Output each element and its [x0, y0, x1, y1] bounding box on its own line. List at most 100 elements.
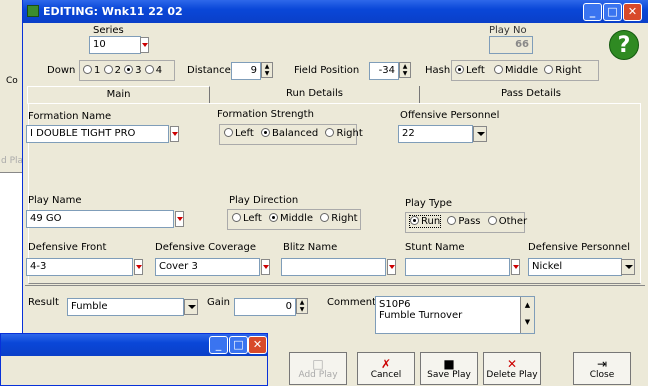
tab-run-details[interactable]: Run Details: [210, 86, 420, 104]
minimize-button[interactable]: _: [583, 3, 602, 21]
play-direction-radio-group: Left Middle Right: [227, 209, 361, 230]
add-play-icon: □: [312, 357, 324, 371]
field-position-spinner[interactable]: ▲ ▼: [399, 62, 411, 78]
defensive-front-label: Defensive Front: [28, 242, 107, 253]
play-no-label: Play No: [489, 25, 527, 36]
background-window: Co d Pla: [0, 0, 24, 386]
strength-option-left[interactable]: Left: [224, 128, 254, 139]
hash-option-right[interactable]: Right: [544, 65, 582, 76]
comment-label: Comment: [327, 297, 376, 308]
background-add-play: d Pla: [1, 156, 24, 166]
secondary-minimize-button[interactable]: _: [209, 336, 228, 354]
divider: [25, 285, 645, 286]
defensive-front-dropdown-icon[interactable]: [134, 259, 143, 275]
result-dropdown-icon[interactable]: [184, 299, 198, 315]
hash-option-middle[interactable]: Middle: [494, 65, 538, 76]
play-name-label: Play Name: [28, 195, 82, 206]
play-name-dropdown-icon[interactable]: [175, 211, 184, 227]
comment-line-1: S10P6: [379, 299, 411, 310]
background-list: [0, 172, 22, 333]
field-position-input[interactable]: -34: [369, 62, 399, 80]
play-type-option-pass[interactable]: Pass: [447, 216, 481, 227]
help-icon[interactable]: ?: [609, 30, 639, 60]
result-label: Result: [28, 297, 59, 308]
gain-label: Gain: [207, 297, 230, 308]
down-option-2[interactable]: 2: [103, 65, 121, 76]
defensive-personnel-dropdown-icon[interactable]: [621, 259, 635, 275]
blitz-name-label: Blitz Name: [283, 242, 338, 253]
offensive-personnel-label: Offensive Personnel: [400, 110, 500, 121]
defensive-coverage-label: Defensive Coverage: [155, 242, 257, 253]
series-label: Series: [93, 25, 124, 36]
exit-icon: ⇥: [596, 357, 608, 371]
formation-name-dropdown-icon[interactable]: [170, 126, 179, 142]
secondary-close-button[interactable]: ✕: [248, 336, 267, 354]
offensive-personnel-select[interactable]: 22: [398, 125, 473, 143]
down-option-3[interactable]: 3: [124, 65, 142, 76]
blitz-name-input[interactable]: [281, 258, 386, 276]
formation-name-label: Formation Name: [28, 111, 112, 122]
strength-option-balanced[interactable]: Balanced: [261, 128, 318, 139]
direction-option-right[interactable]: Right: [320, 213, 358, 224]
delete-play-button[interactable]: ✕ Delete Play: [483, 352, 541, 385]
cancel-button[interactable]: ✗ Cancel: [357, 352, 415, 385]
field-position-label: Field Position: [294, 65, 360, 76]
distance-input[interactable]: 9: [231, 62, 261, 80]
save-play-button[interactable]: ■ Save Play: [420, 352, 478, 385]
stunt-name-dropdown-icon[interactable]: [511, 259, 520, 275]
secondary-window: _ □ ✕: [0, 333, 268, 386]
hash-option-left[interactable]: Left: [455, 65, 485, 76]
defensive-coverage-input[interactable]: Cover 3: [155, 258, 260, 276]
result-select[interactable]: Fumble: [67, 298, 184, 316]
play-type-option-other[interactable]: Other: [487, 216, 527, 227]
tab-main[interactable]: Main: [27, 86, 210, 104]
hash-label: Hash: [425, 65, 451, 76]
close-window-button[interactable]: ✕: [623, 3, 642, 21]
down-radio-group: 1 2 3 4: [79, 60, 175, 81]
title-bar: EDITING: Wnk11 22 02 _ □ ✕: [23, 0, 648, 23]
gain-input[interactable]: 0: [234, 298, 296, 316]
distance-spinner[interactable]: ▲ ▼: [261, 62, 273, 78]
play-type-radio-group: Run Pass Other: [405, 212, 527, 233]
blitz-name-dropdown-icon[interactable]: [387, 259, 396, 275]
play-type-label: Play Type: [405, 198, 453, 209]
add-play-button[interactable]: □ Add Play: [289, 352, 347, 385]
distance-label: Distance: [187, 65, 231, 76]
play-direction-label: Play Direction: [229, 195, 299, 206]
down-option-1[interactable]: 1: [83, 65, 100, 76]
editing-window: EDITING: Wnk11 22 02 _ □ ✕ Series 10 Pla…: [22, 0, 648, 386]
direction-option-left[interactable]: Left: [232, 213, 262, 224]
down-option-4[interactable]: 4: [144, 65, 162, 76]
series-dropdown-icon[interactable]: [140, 37, 149, 53]
secondary-maximize-button[interactable]: □: [229, 336, 248, 354]
series-input[interactable]: 10: [89, 36, 141, 54]
play-type-option-run[interactable]: Run: [408, 215, 442, 228]
gain-spinner[interactable]: ▲ ▼: [296, 298, 308, 314]
save-icon: ■: [443, 357, 455, 371]
strength-option-right[interactable]: Right: [325, 128, 363, 139]
play-name-input[interactable]: 49 GO: [26, 210, 174, 228]
direction-option-middle[interactable]: Middle: [269, 213, 313, 224]
maximize-button[interactable]: □: [603, 3, 622, 21]
formation-strength-radio-group: Left Balanced Right: [219, 124, 363, 145]
defensive-personnel-label: Defensive Personnel: [528, 242, 630, 253]
hash-radio-group: Left Middle Right: [451, 60, 599, 81]
delete-icon: ✕: [506, 357, 518, 371]
play-no-field: 66: [489, 36, 533, 54]
comment-textarea[interactable]: S10P6 Fumble Turnover: [375, 296, 535, 334]
stunt-name-label: Stunt Name: [405, 242, 465, 253]
defensive-front-input[interactable]: 4-3: [26, 258, 133, 276]
stunt-name-input[interactable]: [405, 258, 510, 276]
secondary-title-bar: _ □ ✕: [1, 334, 267, 356]
defensive-coverage-dropdown-icon[interactable]: [261, 259, 270, 275]
offensive-personnel-dropdown-icon[interactable]: [473, 126, 487, 142]
formation-name-input[interactable]: I DOUBLE TIGHT PRO: [26, 125, 169, 143]
close-button[interactable]: ⇥ Close: [573, 352, 631, 385]
down-label: Down: [47, 65, 76, 76]
defensive-personnel-select[interactable]: Nickel: [528, 258, 622, 276]
cancel-icon: ✗: [380, 357, 392, 371]
tab-pass-details[interactable]: Pass Details: [420, 86, 642, 104]
comment-scrollbar[interactable]: ▲ ▼: [520, 297, 534, 333]
app-icon: [27, 5, 39, 17]
background-label: Co: [6, 76, 18, 86]
